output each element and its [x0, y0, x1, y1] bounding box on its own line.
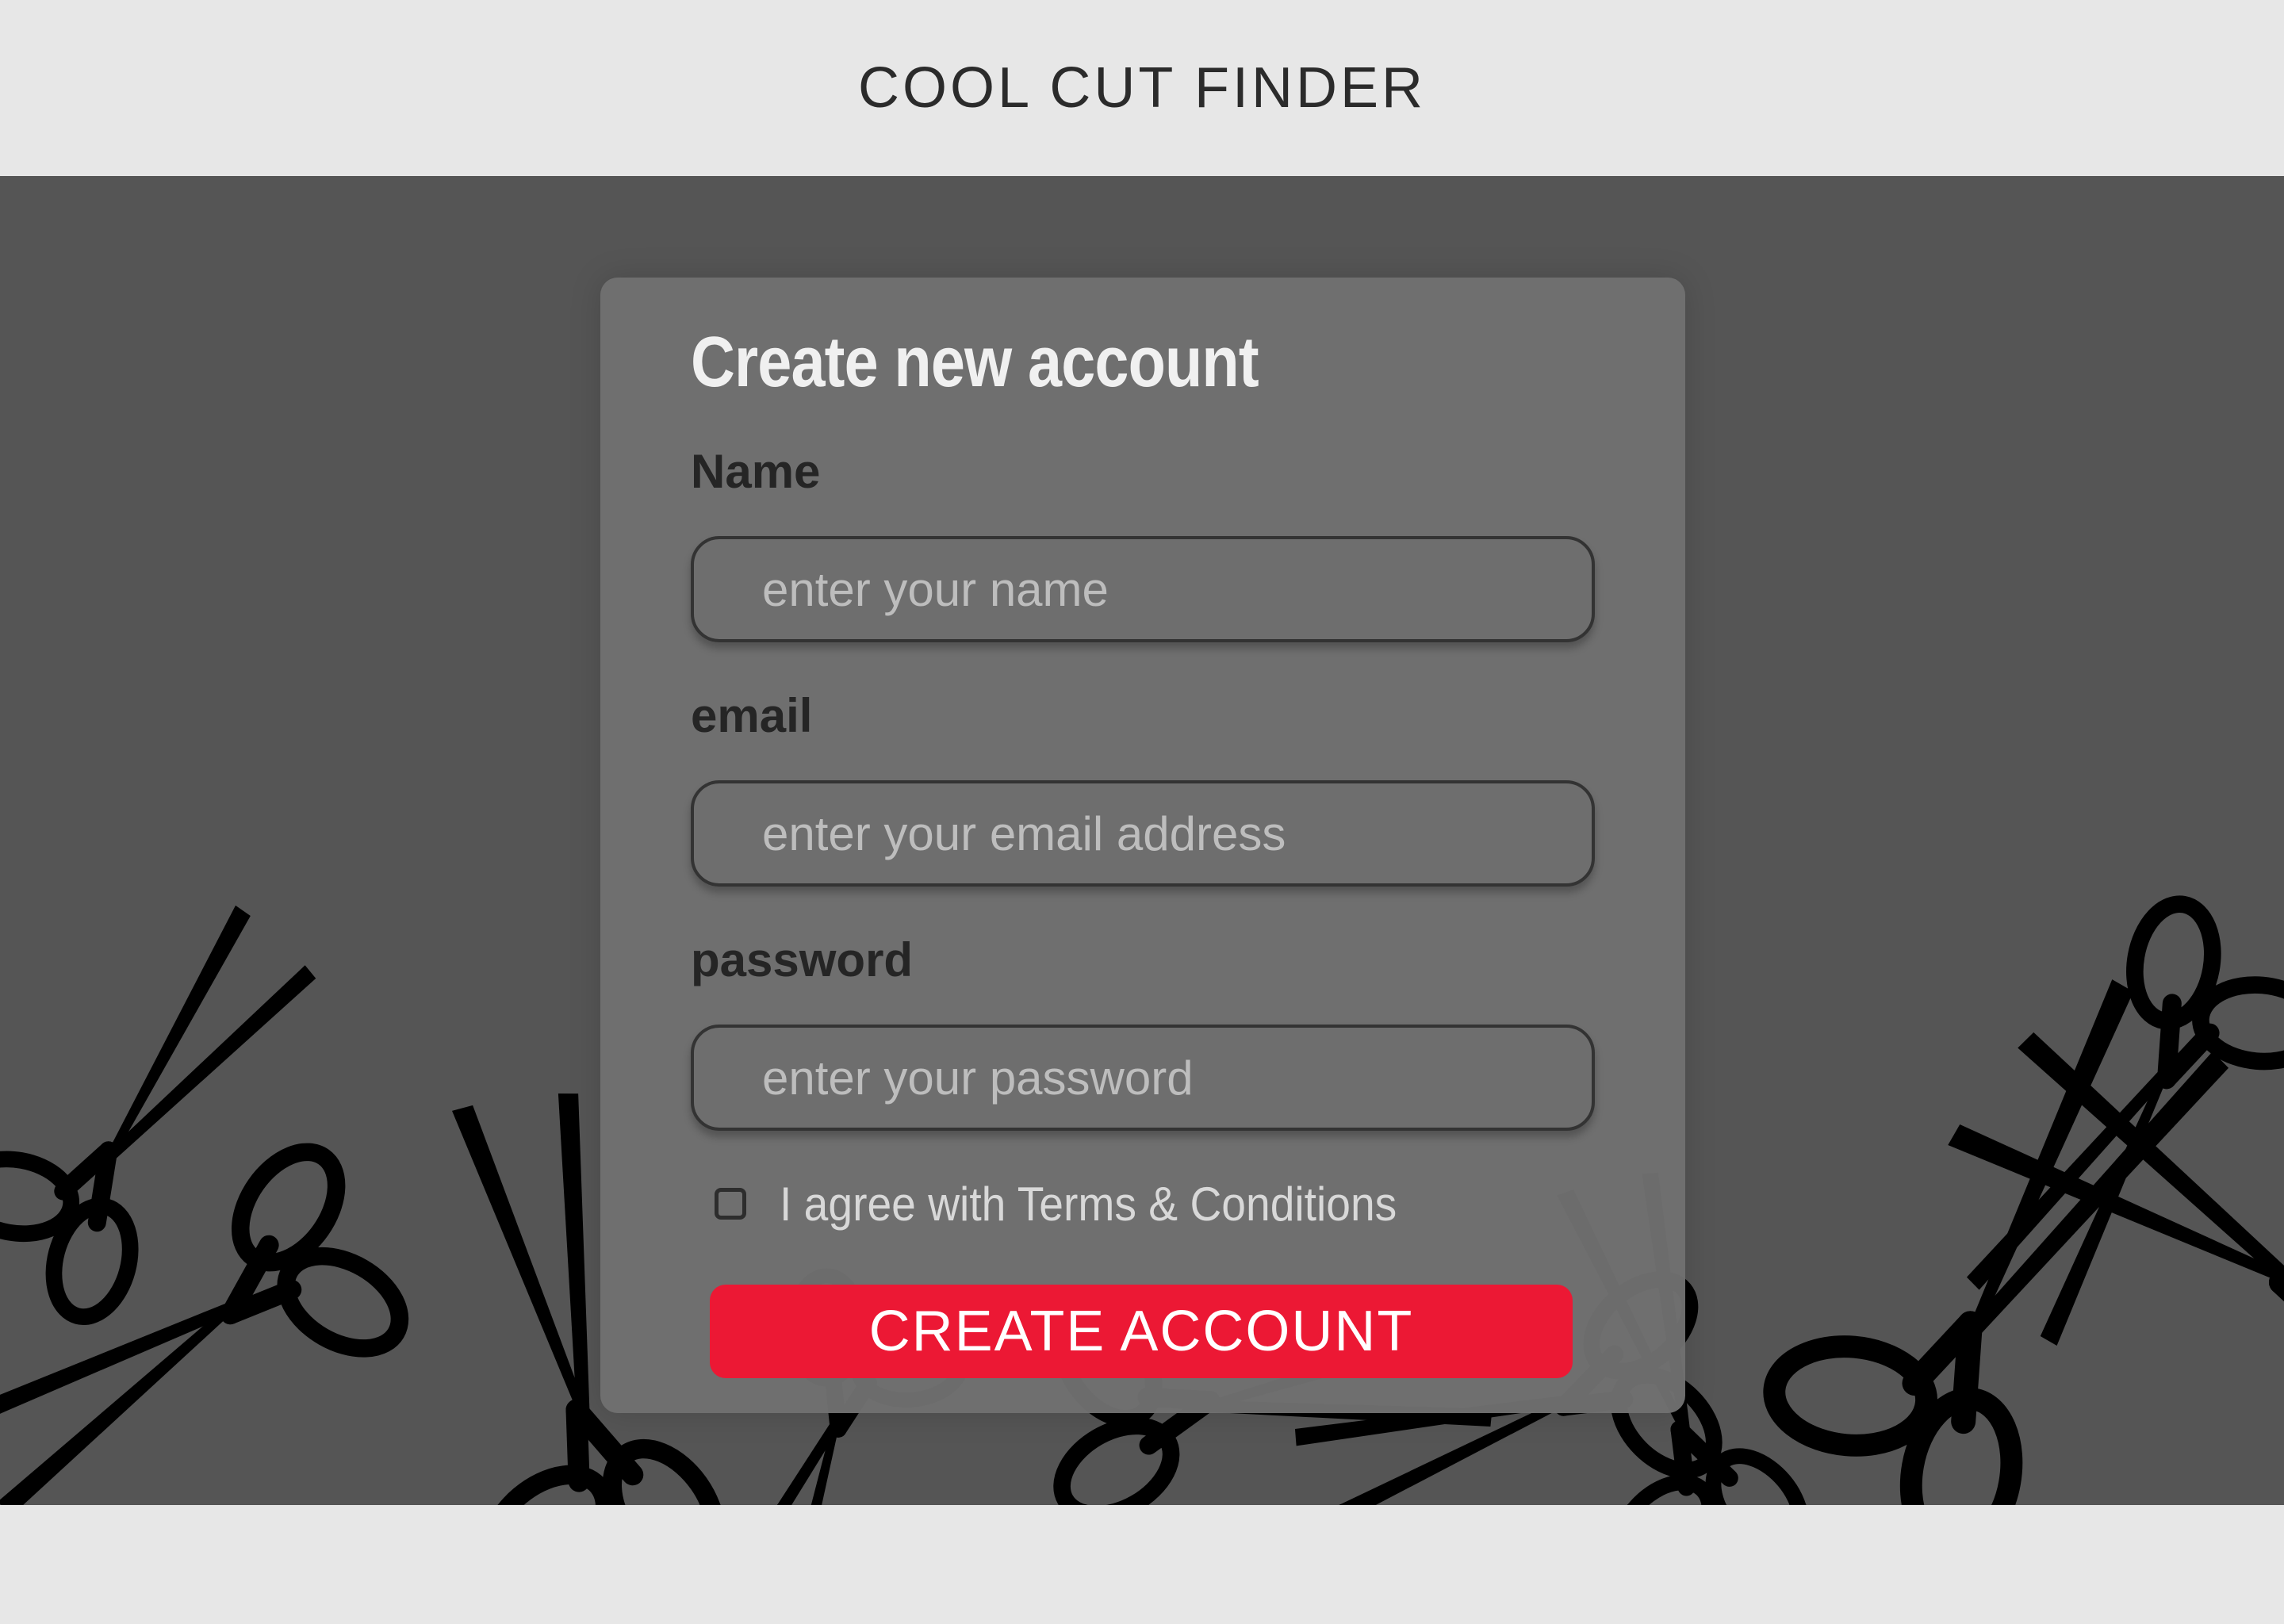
hero-background: Create new account Name email password I…: [0, 176, 2284, 1505]
app-header: COOL CUT FINDER: [0, 0, 2284, 176]
terms-checkbox[interactable]: [715, 1188, 746, 1220]
create-account-button[interactable]: CREATE ACCOUNT: [710, 1285, 1573, 1378]
name-label: Name: [691, 445, 821, 498]
name-input[interactable]: [691, 536, 1595, 642]
password-input[interactable]: [691, 1025, 1595, 1131]
footer-band: [0, 1505, 2284, 1624]
form-title: Create new account: [691, 323, 1259, 402]
terms-label[interactable]: I agree with Terms & Conditions: [780, 1177, 1397, 1231]
signup-card: Create new account Name email password I…: [600, 278, 1685, 1413]
terms-row[interactable]: I agree with Terms & Conditions: [715, 1172, 1450, 1235]
email-input[interactable]: [691, 780, 1595, 887]
brand-title: COOL CUT FINDER: [857, 56, 1427, 120]
email-label: email: [691, 689, 813, 742]
password-label: password: [691, 933, 914, 986]
